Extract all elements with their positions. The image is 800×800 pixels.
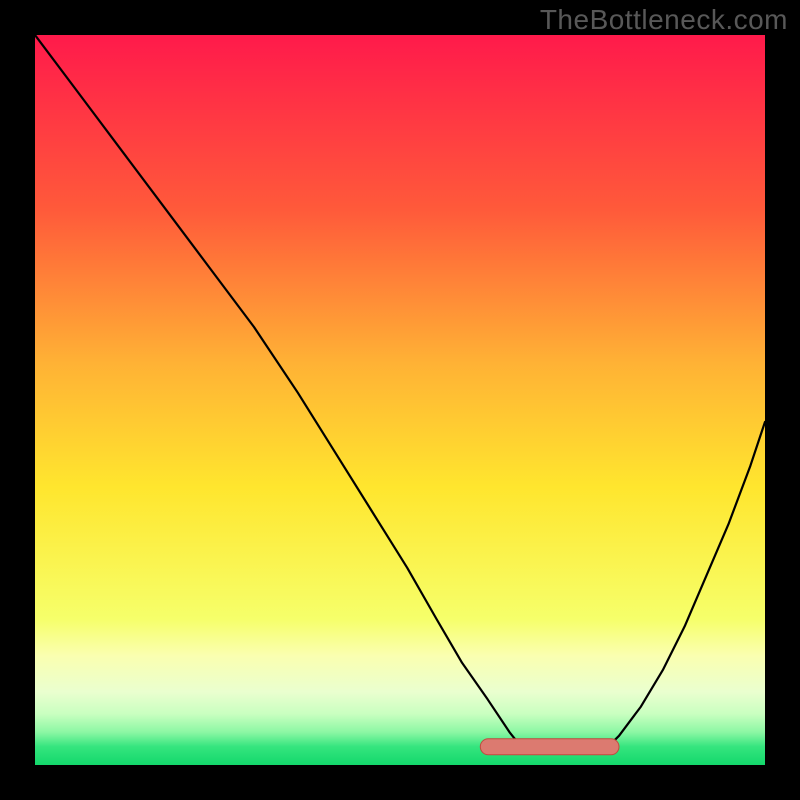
bottom-highlight-pill bbox=[480, 739, 619, 755]
chart-svg bbox=[35, 35, 765, 765]
plot-area bbox=[35, 35, 765, 765]
watermark-text: TheBottleneck.com bbox=[540, 4, 788, 36]
chart-frame: TheBottleneck.com bbox=[0, 0, 800, 800]
gradient-background bbox=[35, 35, 765, 765]
